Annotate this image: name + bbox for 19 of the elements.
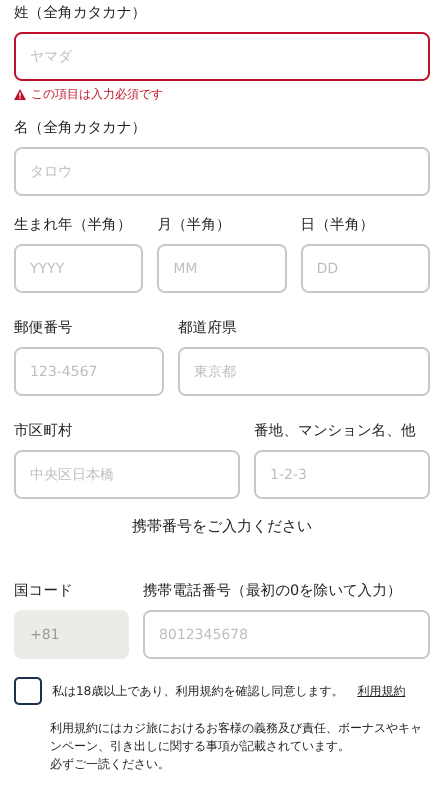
terms-link[interactable]: 利用規約 <box>357 682 406 700</box>
section-heading: 携帯番号をご入力ください <box>131 517 313 536</box>
error-message: この項目は入力必須です <box>31 86 163 103</box>
terms-note: 利用規約にはカジ旅におけるお客様の義務及び責任、ボーナスやキャンペーン、引き出しに関する事項が記載されています。 必ずご一読ください。 <box>50 720 423 773</box>
agreement-text: 私は18歳以上であり、利用規約を確認し同意します。 <box>52 682 344 700</box>
field-label: 都道府県 <box>178 318 238 338</box>
field-label: 郵便番号 <box>14 319 74 338</box>
field-label: 国コード <box>14 582 74 601</box>
warning-icon <box>14 89 26 100</box>
field-label: 名（全角カタカナ） <box>14 119 148 138</box>
field-label: 姓（全角カタカナ） <box>14 4 148 23</box>
input-field[interactable]: ヤマダ <box>14 32 430 81</box>
field-label: 生まれ年（半角） <box>14 216 133 235</box>
field-label: 月（半角） <box>157 216 232 235</box>
field-label: 市区町村 <box>14 422 74 441</box>
field-label: 日（半角） <box>300 216 376 235</box>
field-label: 番地、マンション名、他 <box>254 422 417 441</box>
agree-checkbox[interactable] <box>14 677 42 705</box>
field-label: 携帯電話番号（最初の0を除いて入力） <box>143 582 403 601</box>
